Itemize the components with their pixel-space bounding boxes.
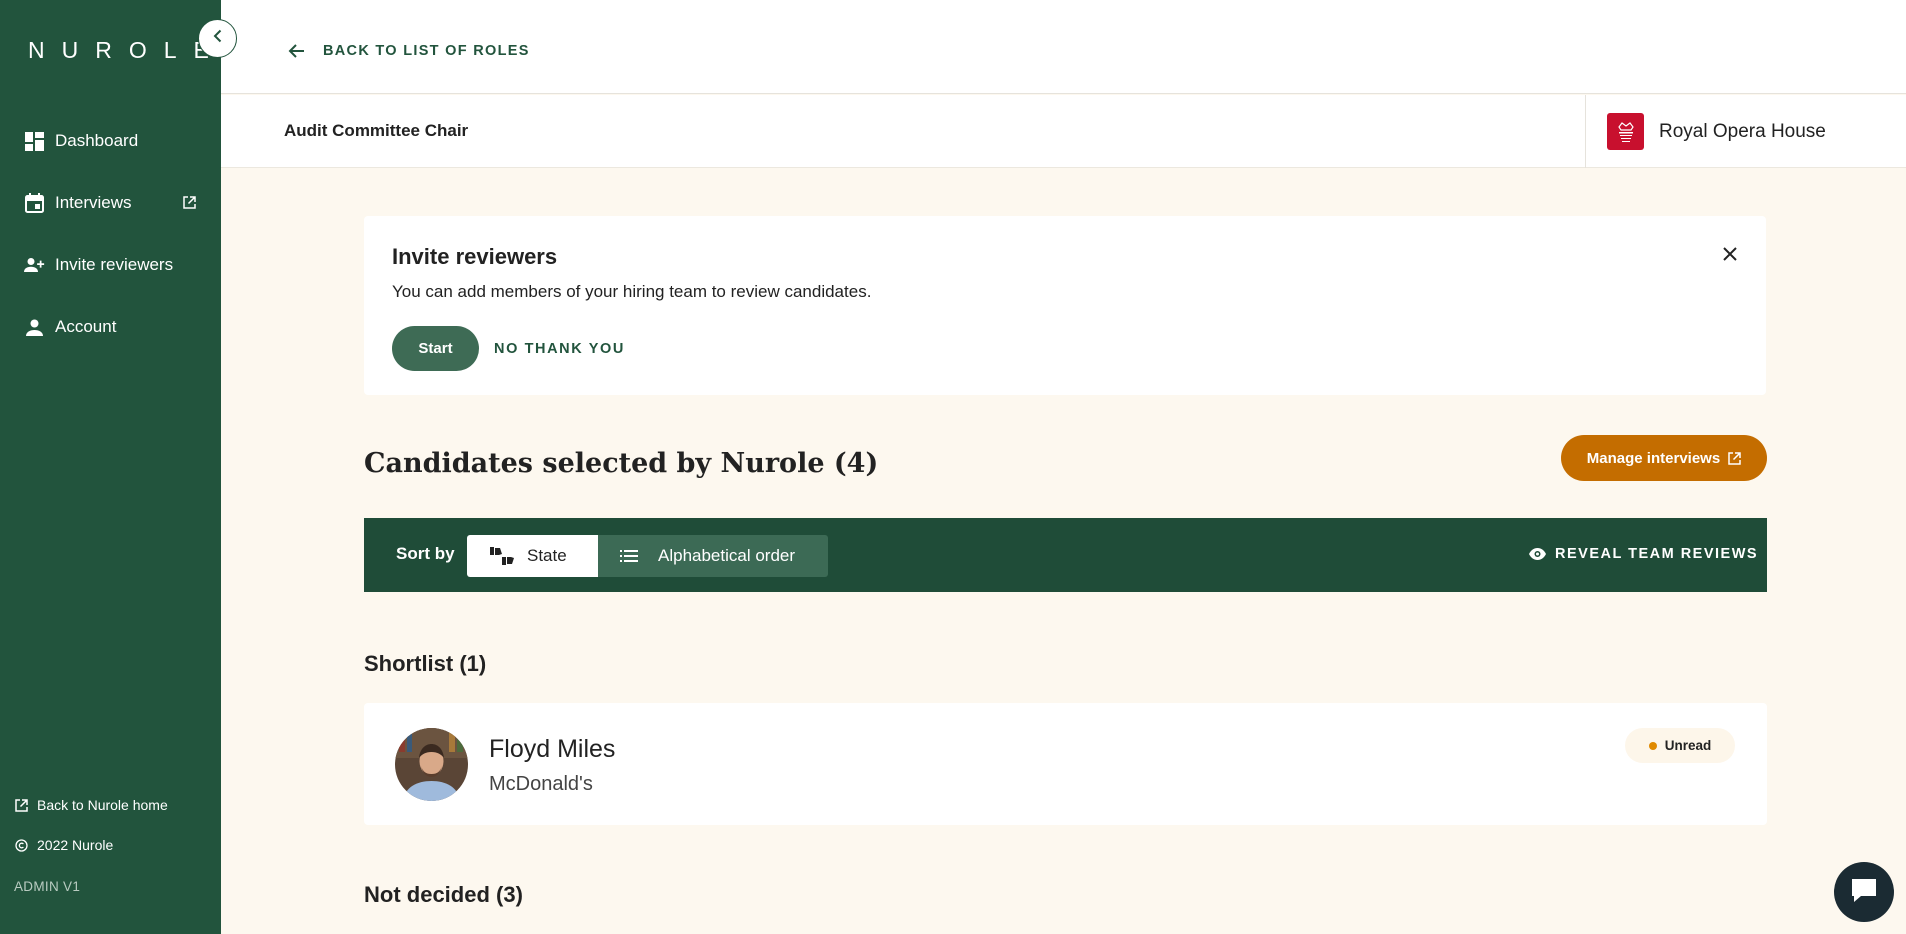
sidebar-item-label: Dashboard <box>55 131 139 150</box>
sidebar-item-label: Invite reviewers <box>55 255 174 274</box>
invite-title: Invite reviewers <box>392 244 558 269</box>
no-thank-you-button[interactable]: NO THANK YOU <box>494 326 625 371</box>
copyright-text: 2022 Nurole <box>37 837 114 853</box>
calendar-icon <box>24 193 45 214</box>
list-icon <box>620 546 646 566</box>
dashboard-icon <box>24 131 45 152</box>
thumbs-icon <box>489 546 515 566</box>
royal-opera-house-logo <box>1607 113 1644 150</box>
back-to-roles-label: BACK TO LIST OF ROLES <box>323 43 530 59</box>
nurole-logo[interactable]: NUROLE <box>28 37 226 64</box>
back-to-roles-link[interactable]: BACK TO LIST OF ROLES <box>287 41 530 61</box>
organisation-name: Royal Opera House <box>1659 120 1826 142</box>
manage-interviews-button[interactable]: Manage interviews <box>1561 435 1767 481</box>
candidate-company: McDonald's <box>489 773 593 795</box>
sidebar-item-label: Account <box>55 317 117 336</box>
organisation: Royal Opera House <box>1585 95 1906 168</box>
sort-toggle: State Alphabetical order <box>467 535 828 577</box>
reveal-label: REVEAL TEAM REVIEWS <box>1555 546 1759 562</box>
external-link-icon <box>1728 451 1741 465</box>
external-link-icon <box>183 194 196 214</box>
add-user-icon <box>24 255 45 276</box>
sidebar-nav: Dashboard Interviews Invite reviewers Ac… <box>0 110 221 358</box>
status-label: Unread <box>1664 738 1712 753</box>
candidate-card[interactable]: Floyd Miles McDonald's Unread <box>364 703 1767 825</box>
start-button[interactable]: Start <box>392 326 479 371</box>
sort-option-label: Alphabetical order <box>658 546 796 565</box>
sort-bar: Sort by State Alphabetical order REVEAL … <box>364 518 1767 592</box>
status-badge: Unread <box>1625 728 1735 763</box>
arrow-left-icon <box>287 41 307 61</box>
close-icon <box>1718 247 1742 270</box>
reveal-team-reviews-button[interactable]: REVEAL TEAM REVIEWS <box>1528 546 1758 562</box>
sidebar-item-dashboard[interactable]: Dashboard <box>0 110 221 172</box>
chat-icon <box>1849 876 1879 909</box>
shortlist-title: Shortlist (1) <box>364 651 487 676</box>
manage-interviews-label: Manage interviews <box>1586 449 1721 467</box>
sidebar: NUROLE Dashboard Interviews Invite revie… <box>0 0 221 934</box>
top-bar: BACK TO LIST OF ROLES <box>221 0 1906 94</box>
candidates-title: Candidates selected by Nurole (4) <box>364 448 879 479</box>
chat-button[interactable] <box>1834 862 1894 922</box>
sort-option-state[interactable]: State <box>467 535 598 577</box>
external-link-icon <box>14 798 28 812</box>
sidebar-item-account[interactable]: Account <box>0 296 221 358</box>
sidebar-item-invite-reviewers[interactable]: Invite reviewers <box>0 234 221 296</box>
not-decided-title: Not decided (3) <box>364 882 523 907</box>
sidebar-item-label: Interviews <box>55 193 132 212</box>
sidebar-item-interviews[interactable]: Interviews <box>0 172 221 234</box>
copyright: 2022 Nurole <box>14 837 214 853</box>
sort-option-label: State <box>527 546 567 565</box>
back-to-home-label: Back to Nurole home <box>37 797 168 813</box>
role-title: Audit Committee Chair <box>284 121 469 140</box>
chevron-left-icon <box>213 29 223 48</box>
invite-reviewers-card: Invite reviewers You can add members of … <box>364 216 1766 395</box>
sort-label: Sort by <box>396 544 455 563</box>
candidate-name: Floyd Miles <box>489 735 616 763</box>
role-bar: Audit Committee Chair Royal Opera House <box>221 95 1906 168</box>
avatar <box>395 728 468 801</box>
back-to-home-link[interactable]: Back to Nurole home <box>14 797 214 813</box>
version-label: ADMIN V1 <box>14 879 81 894</box>
collapse-sidebar-button[interactable] <box>198 19 237 58</box>
close-invite-button[interactable] <box>1718 242 1742 266</box>
copyright-icon <box>14 838 28 852</box>
sort-option-alphabetical[interactable]: Alphabetical order <box>598 535 828 577</box>
eye-icon <box>1528 547 1547 561</box>
person-icon <box>24 317 45 338</box>
status-dot-icon <box>1648 741 1657 750</box>
invite-description: You can add members of your hiring team … <box>392 282 872 301</box>
